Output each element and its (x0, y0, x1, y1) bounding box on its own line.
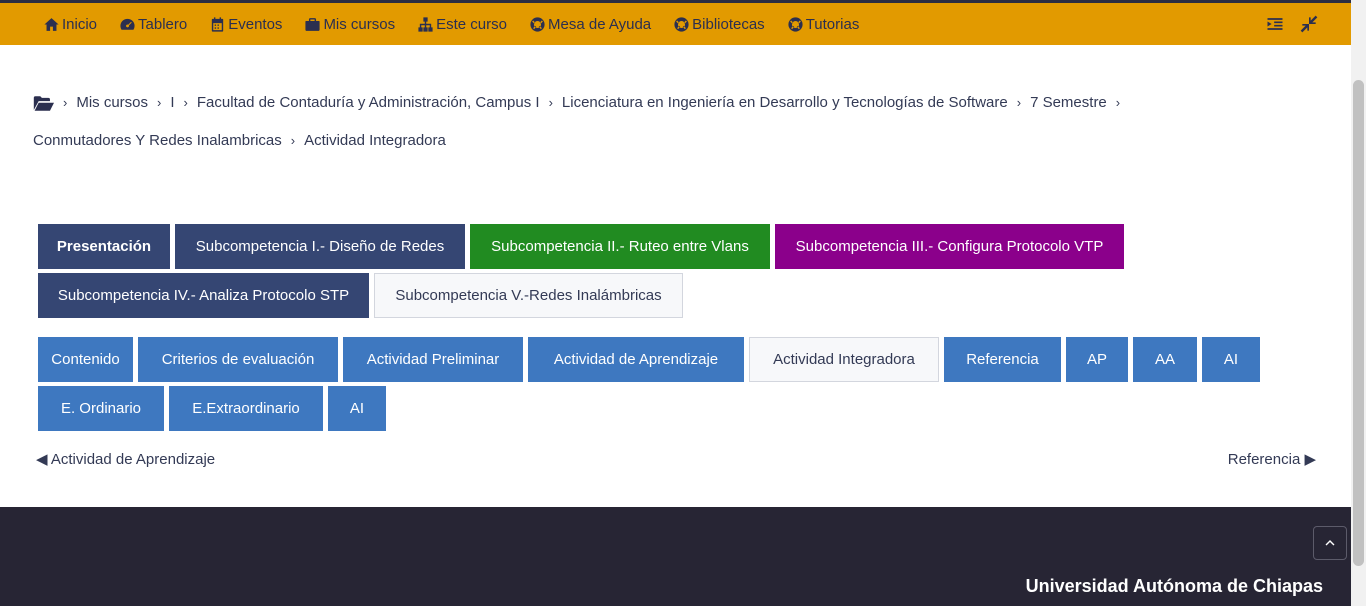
breadcrumb-facultad[interactable]: Facultad de Contaduría y Administración,… (197, 84, 540, 122)
home-icon (44, 17, 59, 31)
breadcrumb-separator: › (183, 95, 188, 110)
briefcase-icon (305, 17, 321, 31)
dashboard-icon (120, 18, 135, 30)
nav-mesa-de-ayuda[interactable]: Mesa de Ayuda (529, 16, 651, 33)
breadcrumb-row-1: › Mis cursos › I › Facultad de Contadurí… (33, 84, 1153, 122)
nav-tablero-label: Tablero (138, 15, 188, 33)
tab-ap[interactable]: AP (1066, 337, 1128, 382)
tab-subcompetencia-1[interactable]: Subcompetencia I.- Diseño de Redes (175, 224, 465, 269)
top-navbar: Inicio Tablero Eventos Mis cursos Este c… (0, 3, 1351, 45)
nav-este-curso-label: Este curso (436, 15, 507, 33)
calendar-icon (212, 16, 224, 32)
breadcrumb: › Mis cursos › I › Facultad de Contadurí… (33, 84, 1153, 160)
breadcrumb-separator: › (63, 95, 68, 110)
tab-presentacion[interactable]: Presentación (38, 224, 170, 269)
collapse-icon[interactable] (1299, 14, 1319, 34)
nav-mis-cursos-label: Mis cursos (323, 15, 396, 33)
nav-inicio-label: Inicio (62, 15, 98, 33)
activity-tabs-row-2: E. Ordinario E.Extraordinario AI (38, 386, 1278, 431)
tab-e-extraordinario[interactable]: E.Extraordinario (169, 386, 323, 431)
tab-actividad-preliminar[interactable]: Actividad Preliminar (343, 337, 523, 382)
breadcrumb-separator: › (290, 133, 296, 148)
nav-este-curso[interactable]: Este curso (417, 16, 507, 33)
breadcrumb-separator: › (1115, 95, 1121, 110)
breadcrumb-course[interactable]: Conmutadores Y Redes Inalambricas (33, 122, 282, 160)
tab-subcompetencia-5[interactable]: Subcompetencia V.-Redes Inalámbricas (374, 273, 683, 318)
back-to-top-button[interactable] (1313, 526, 1347, 560)
section-tabs: Presentación Subcompetencia I.- Diseño d… (38, 224, 1138, 322)
tab-aa[interactable]: AA (1133, 337, 1197, 382)
tab-ai-2[interactable]: AI (328, 386, 386, 431)
nav-tutorias-label: Tutorias (805, 15, 860, 33)
breadcrumb-separator: › (548, 95, 553, 110)
nav-tutorias[interactable]: Tutorias (787, 15, 860, 33)
lifering-icon (530, 16, 545, 32)
breadcrumb-separator: › (157, 95, 162, 110)
tab-subcompetencia-3[interactable]: Subcompetencia III.- Configura Protocolo… (775, 224, 1124, 269)
nav-items: Inicio Tablero Eventos Mis cursos Este c… (43, 16, 881, 33)
sidebar-toggle-icon[interactable] (1265, 14, 1285, 34)
tab-contenido[interactable]: Contenido (38, 337, 133, 382)
scrollbar-thumb[interactable] (1353, 80, 1364, 566)
footer-title: Universidad Autónoma de Chiapas (1025, 576, 1323, 596)
tab-actividad-integradora[interactable]: Actividad Integradora (749, 337, 939, 382)
tab-criterios[interactable]: Criterios de evaluación (138, 337, 338, 382)
prev-link[interactable]: ◀ Actividad de Aprendizaje (36, 450, 215, 468)
breadcrumb-mis-cursos[interactable]: Mis cursos (76, 84, 148, 122)
activity-tabs-row-1: Contenido Criterios de evaluación Activi… (38, 337, 1278, 382)
breadcrumb-current: Actividad Integradora (304, 132, 446, 149)
sitemap-icon (418, 16, 433, 32)
lifering-icon (788, 16, 803, 32)
section-tabs-row-2: Subcompetencia IV.- Analiza Protocolo ST… (38, 273, 1138, 318)
tab-ai[interactable]: AI (1202, 337, 1260, 382)
folder-open-icon[interactable] (33, 84, 54, 122)
tab-subcompetencia-4[interactable]: Subcompetencia IV.- Analiza Protocolo ST… (38, 273, 369, 318)
nav-mis-cursos[interactable]: Mis cursos (304, 16, 395, 33)
scrollbar[interactable] (1351, 0, 1366, 606)
breadcrumb-i[interactable]: I (170, 84, 174, 122)
nav-right-tools (1265, 14, 1319, 34)
nav-mesa-de-ayuda-label: Mesa de Ayuda (548, 15, 652, 33)
tab-referencia[interactable]: Referencia (944, 337, 1061, 382)
section-tabs-row-1: Presentación Subcompetencia I.- Diseño d… (38, 224, 1138, 269)
tab-actividad-aprendizaje[interactable]: Actividad de Aprendizaje (528, 337, 744, 382)
chevron-up-icon (1325, 540, 1335, 546)
nav-eventos[interactable]: Eventos (209, 16, 282, 33)
nav-tablero[interactable]: Tablero (119, 16, 187, 33)
nav-bibliotecas-label: Bibliotecas (692, 15, 765, 33)
footer: Universidad Autónoma de Chiapas (0, 507, 1351, 606)
nav-inicio[interactable]: Inicio (43, 16, 97, 33)
tab-subcompetencia-2[interactable]: Subcompetencia II.- Ruteo entre Vlans (470, 224, 770, 269)
breadcrumb-separator: › (1016, 95, 1022, 110)
next-link[interactable]: Referencia ▶ (1228, 450, 1316, 468)
nav-eventos-label: Eventos (228, 15, 283, 33)
nav-bibliotecas[interactable]: Bibliotecas (673, 16, 765, 33)
activity-tabs: Contenido Criterios de evaluación Activi… (38, 337, 1278, 435)
tab-e-ordinario[interactable]: E. Ordinario (38, 386, 164, 431)
lifering-icon (674, 16, 689, 32)
breadcrumb-semestre[interactable]: 7 Semestre (1030, 84, 1107, 122)
breadcrumb-licenciatura[interactable]: Licenciatura en Ingeniería en Desarrollo… (562, 84, 1008, 122)
breadcrumb-row-2: Conmutadores Y Redes Inalambricas › Acti… (33, 122, 1153, 160)
